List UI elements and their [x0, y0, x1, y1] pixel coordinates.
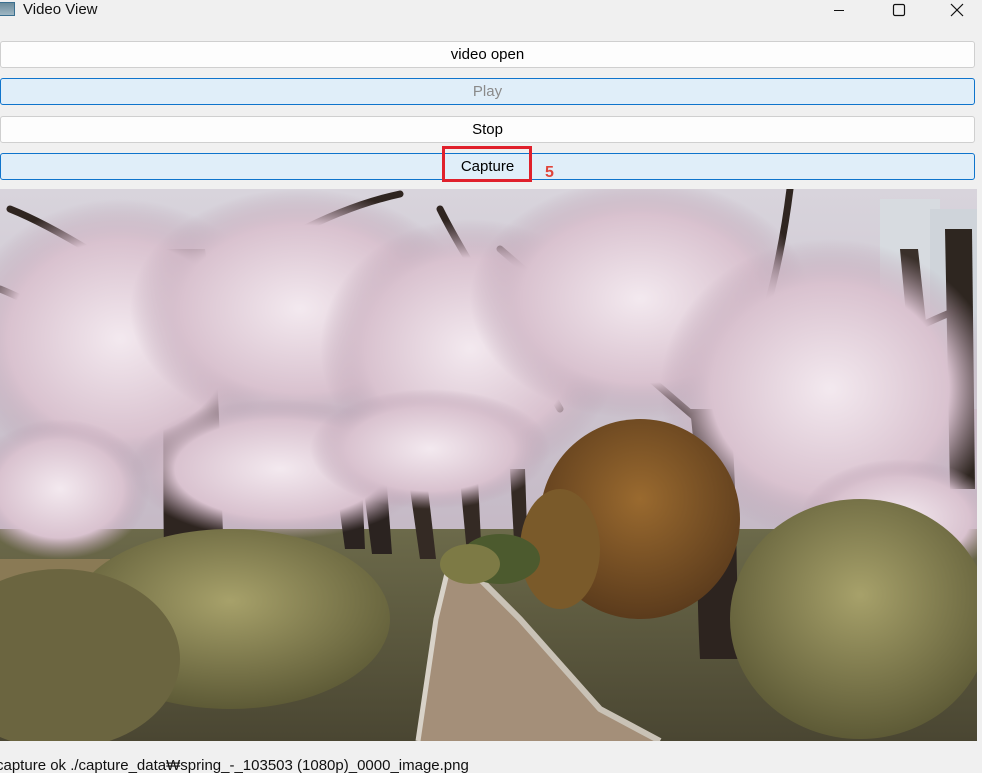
title-bar[interactable]: Video View	[0, 0, 982, 20]
minimize-button[interactable]	[816, 0, 862, 20]
status-bar: capture ok ./capture_data₩spring_-_10350…	[0, 753, 982, 773]
video-view-window: Video View video open Play Stop Capture …	[0, 0, 982, 773]
play-button[interactable]: Play	[0, 78, 975, 105]
close-button[interactable]	[934, 0, 980, 20]
step-number-label: 5	[545, 164, 554, 181]
maximize-icon	[892, 3, 906, 17]
video-display	[0, 189, 977, 741]
close-icon	[950, 3, 964, 17]
stop-button[interactable]: Stop	[0, 116, 975, 143]
window-title: Video View	[23, 1, 98, 18]
app-icon	[0, 2, 15, 16]
status-message: capture ok ./capture_data₩spring_-_10350…	[0, 757, 469, 773]
video-open-button[interactable]: video open	[0, 41, 975, 68]
video-frame-image	[0, 189, 977, 741]
capture-button[interactable]: Capture	[0, 153, 975, 180]
minimize-icon	[834, 10, 844, 11]
maximize-button[interactable]	[876, 0, 922, 20]
